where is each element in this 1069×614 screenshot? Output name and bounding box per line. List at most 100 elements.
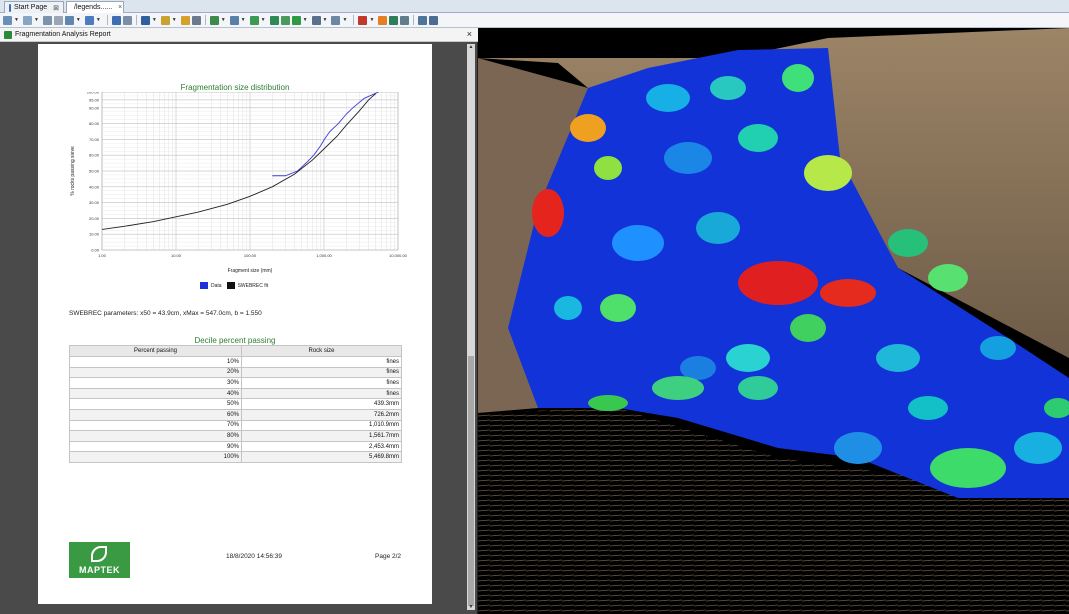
legend-swatch-data xyxy=(200,282,208,289)
table-row: 90% 2,453.4mm xyxy=(69,440,402,453)
table-row: 30% fines xyxy=(69,377,402,389)
dropdown-arrow-icon[interactable]: ▼ xyxy=(261,17,266,23)
dropdown-arrow-icon[interactable]: ▼ xyxy=(323,17,328,23)
y-tick-label: 40.00 xyxy=(89,184,100,189)
logo-text: MAPTEK xyxy=(79,565,120,575)
flag-icon[interactable] xyxy=(160,15,170,25)
polygon-icon[interactable] xyxy=(229,15,239,25)
percent-cell: 100% xyxy=(69,451,242,463)
dropdown-arrow-icon[interactable]: ▼ xyxy=(152,17,157,23)
dropdown-arrow-icon[interactable]: ▼ xyxy=(303,17,308,23)
table-row: 60% 726.2mm xyxy=(69,408,402,421)
table-row: 100% 5,469.8mm xyxy=(69,451,402,463)
x-axis-label: Fragment size (mm) xyxy=(228,268,273,274)
dropdown-arrow-icon[interactable]: ▼ xyxy=(76,17,81,23)
table-row: 20% fines xyxy=(69,366,402,379)
toolbar-separator xyxy=(353,15,355,25)
fragmentation-report-panel: Fragmentation Analysis Report × Fragment… xyxy=(0,28,478,614)
tree-icon[interactable] xyxy=(209,15,219,25)
cube-icon[interactable] xyxy=(311,15,321,25)
mesh-icon[interactable] xyxy=(269,15,279,25)
decile-table-title: Decile percent passing xyxy=(194,336,276,345)
new-view-icon[interactable] xyxy=(3,15,12,25)
y-tick-label: 90.00 xyxy=(89,105,100,110)
percent-cell: 90% xyxy=(69,440,242,453)
close-view-icon[interactable] xyxy=(53,15,63,25)
column-header: Rock size xyxy=(241,345,402,357)
size-cell: 1,561.7mm xyxy=(241,430,402,442)
points-icon[interactable] xyxy=(249,15,259,25)
y-tick-label: 70.00 xyxy=(89,137,100,142)
y-tick-label: 100.00 xyxy=(87,92,100,95)
play-icon[interactable] xyxy=(378,15,388,25)
scroll-up-icon[interactable]: ▲ xyxy=(467,44,475,50)
list-icon[interactable] xyxy=(191,15,201,25)
circle-icon[interactable] xyxy=(400,15,410,25)
percent-cell: 80% xyxy=(69,430,242,442)
page-number: Page 2/2 xyxy=(375,553,402,560)
grid-icon[interactable] xyxy=(22,15,32,25)
toolbar-separator xyxy=(135,15,137,25)
report-icon[interactable] xyxy=(358,15,368,25)
measure-icon[interactable] xyxy=(140,15,150,25)
dropdown-arrow-icon[interactable]: ▼ xyxy=(96,17,101,23)
box-select-icon[interactable] xyxy=(122,15,132,25)
report-window-title: Fragmentation Analysis Report xyxy=(15,31,111,38)
app-window: Start Page ⊠ /legends...... × ▼ ▼ ▼ ▼ ▼ … xyxy=(0,0,1069,614)
document-tab-bar: Start Page ⊠ /legends...... × xyxy=(0,0,1069,13)
report-scrollbar[interactable]: ▲ ▼ xyxy=(467,44,475,610)
dropdown-arrow-icon[interactable]: ▼ xyxy=(342,17,347,23)
dropdown-arrow-icon[interactable]: ▼ xyxy=(241,17,246,23)
size-cell: 5,469.8mm xyxy=(241,451,402,463)
y-tick-label: 80.00 xyxy=(89,121,100,126)
arrow-icon[interactable] xyxy=(180,15,190,25)
scroll-down-icon[interactable]: ▼ xyxy=(467,604,475,610)
close-tab-icon[interactable]: ⊠ xyxy=(53,4,59,12)
size-cell: 2,453.4mm xyxy=(241,440,402,453)
table-row: 80% 1,561.7mm xyxy=(69,430,402,442)
x-tick-label: 1.00 xyxy=(98,253,107,258)
report-icon xyxy=(4,30,12,39)
layers-icon[interactable] xyxy=(64,15,74,25)
scrollbar-thumb[interactable] xyxy=(468,356,474,606)
size-cell: fines xyxy=(241,366,402,379)
split-icon[interactable] xyxy=(42,15,52,25)
properties-icon[interactable] xyxy=(418,15,428,25)
transform-icon[interactable] xyxy=(331,15,341,25)
dropdown-arrow-icon[interactable]: ▼ xyxy=(14,17,19,23)
legend-swatch-fit xyxy=(226,282,235,289)
percent-cell: 60% xyxy=(69,408,242,421)
3d-viewport[interactable] xyxy=(478,28,1069,614)
network-icon[interactable] xyxy=(280,15,290,25)
main-toolbar: ▼ ▼ ▼ ▼ ▼ ▼ ▼ ▼ ▼ ▼ ▼ ▼ ▼ xyxy=(0,13,1069,28)
dropdown-arrow-icon[interactable]: ▼ xyxy=(369,17,374,23)
dropdown-arrow-icon[interactable]: ▼ xyxy=(172,17,177,23)
report-date: 18/8/2020 14:56:39 xyxy=(226,553,283,560)
y-tick-label: 20.00 xyxy=(89,216,100,221)
panel-icon[interactable] xyxy=(429,15,439,25)
frame-icon[interactable] xyxy=(291,15,301,25)
close-tab-icon[interactable]: × xyxy=(118,4,122,11)
maptek-logo: MAPTEK xyxy=(69,542,130,578)
table-row: 10% fines xyxy=(69,356,402,368)
record-icon[interactable] xyxy=(389,15,399,25)
pointer-icon[interactable] xyxy=(84,15,94,25)
tab-start-page[interactable]: Start Page ⊠ xyxy=(4,1,64,13)
home-icon xyxy=(9,3,12,12)
close-report-button[interactable]: × xyxy=(467,29,472,39)
size-cell: 1,010.9mm xyxy=(241,419,402,432)
percent-cell: 10% xyxy=(69,356,242,368)
dropdown-arrow-icon[interactable]: ▼ xyxy=(34,17,39,23)
tab-label: Start Page xyxy=(14,4,48,11)
y-tick-label: 10.00 xyxy=(89,232,100,237)
chart-title: Fragmentation size distribution xyxy=(180,83,290,92)
dropdown-arrow-icon[interactable]: ▼ xyxy=(221,17,226,23)
column-header: Percent passing xyxy=(69,345,242,357)
size-cell: fines xyxy=(241,387,402,400)
tab-legends[interactable]: /legends...... × xyxy=(66,1,124,13)
legend-label-data: Data xyxy=(211,282,222,289)
swebrec-parameters: SWEBREC parameters: x50 = 43.9cm, xMax =… xyxy=(69,310,262,317)
fragmentation-chart: 0.00 10.00 20.00 30.00 40.00 50.00 60.00 70.00 8… xyxy=(70,92,408,274)
point-cloud-scene[interactable] xyxy=(478,28,1069,614)
select-icon[interactable] xyxy=(111,15,121,25)
